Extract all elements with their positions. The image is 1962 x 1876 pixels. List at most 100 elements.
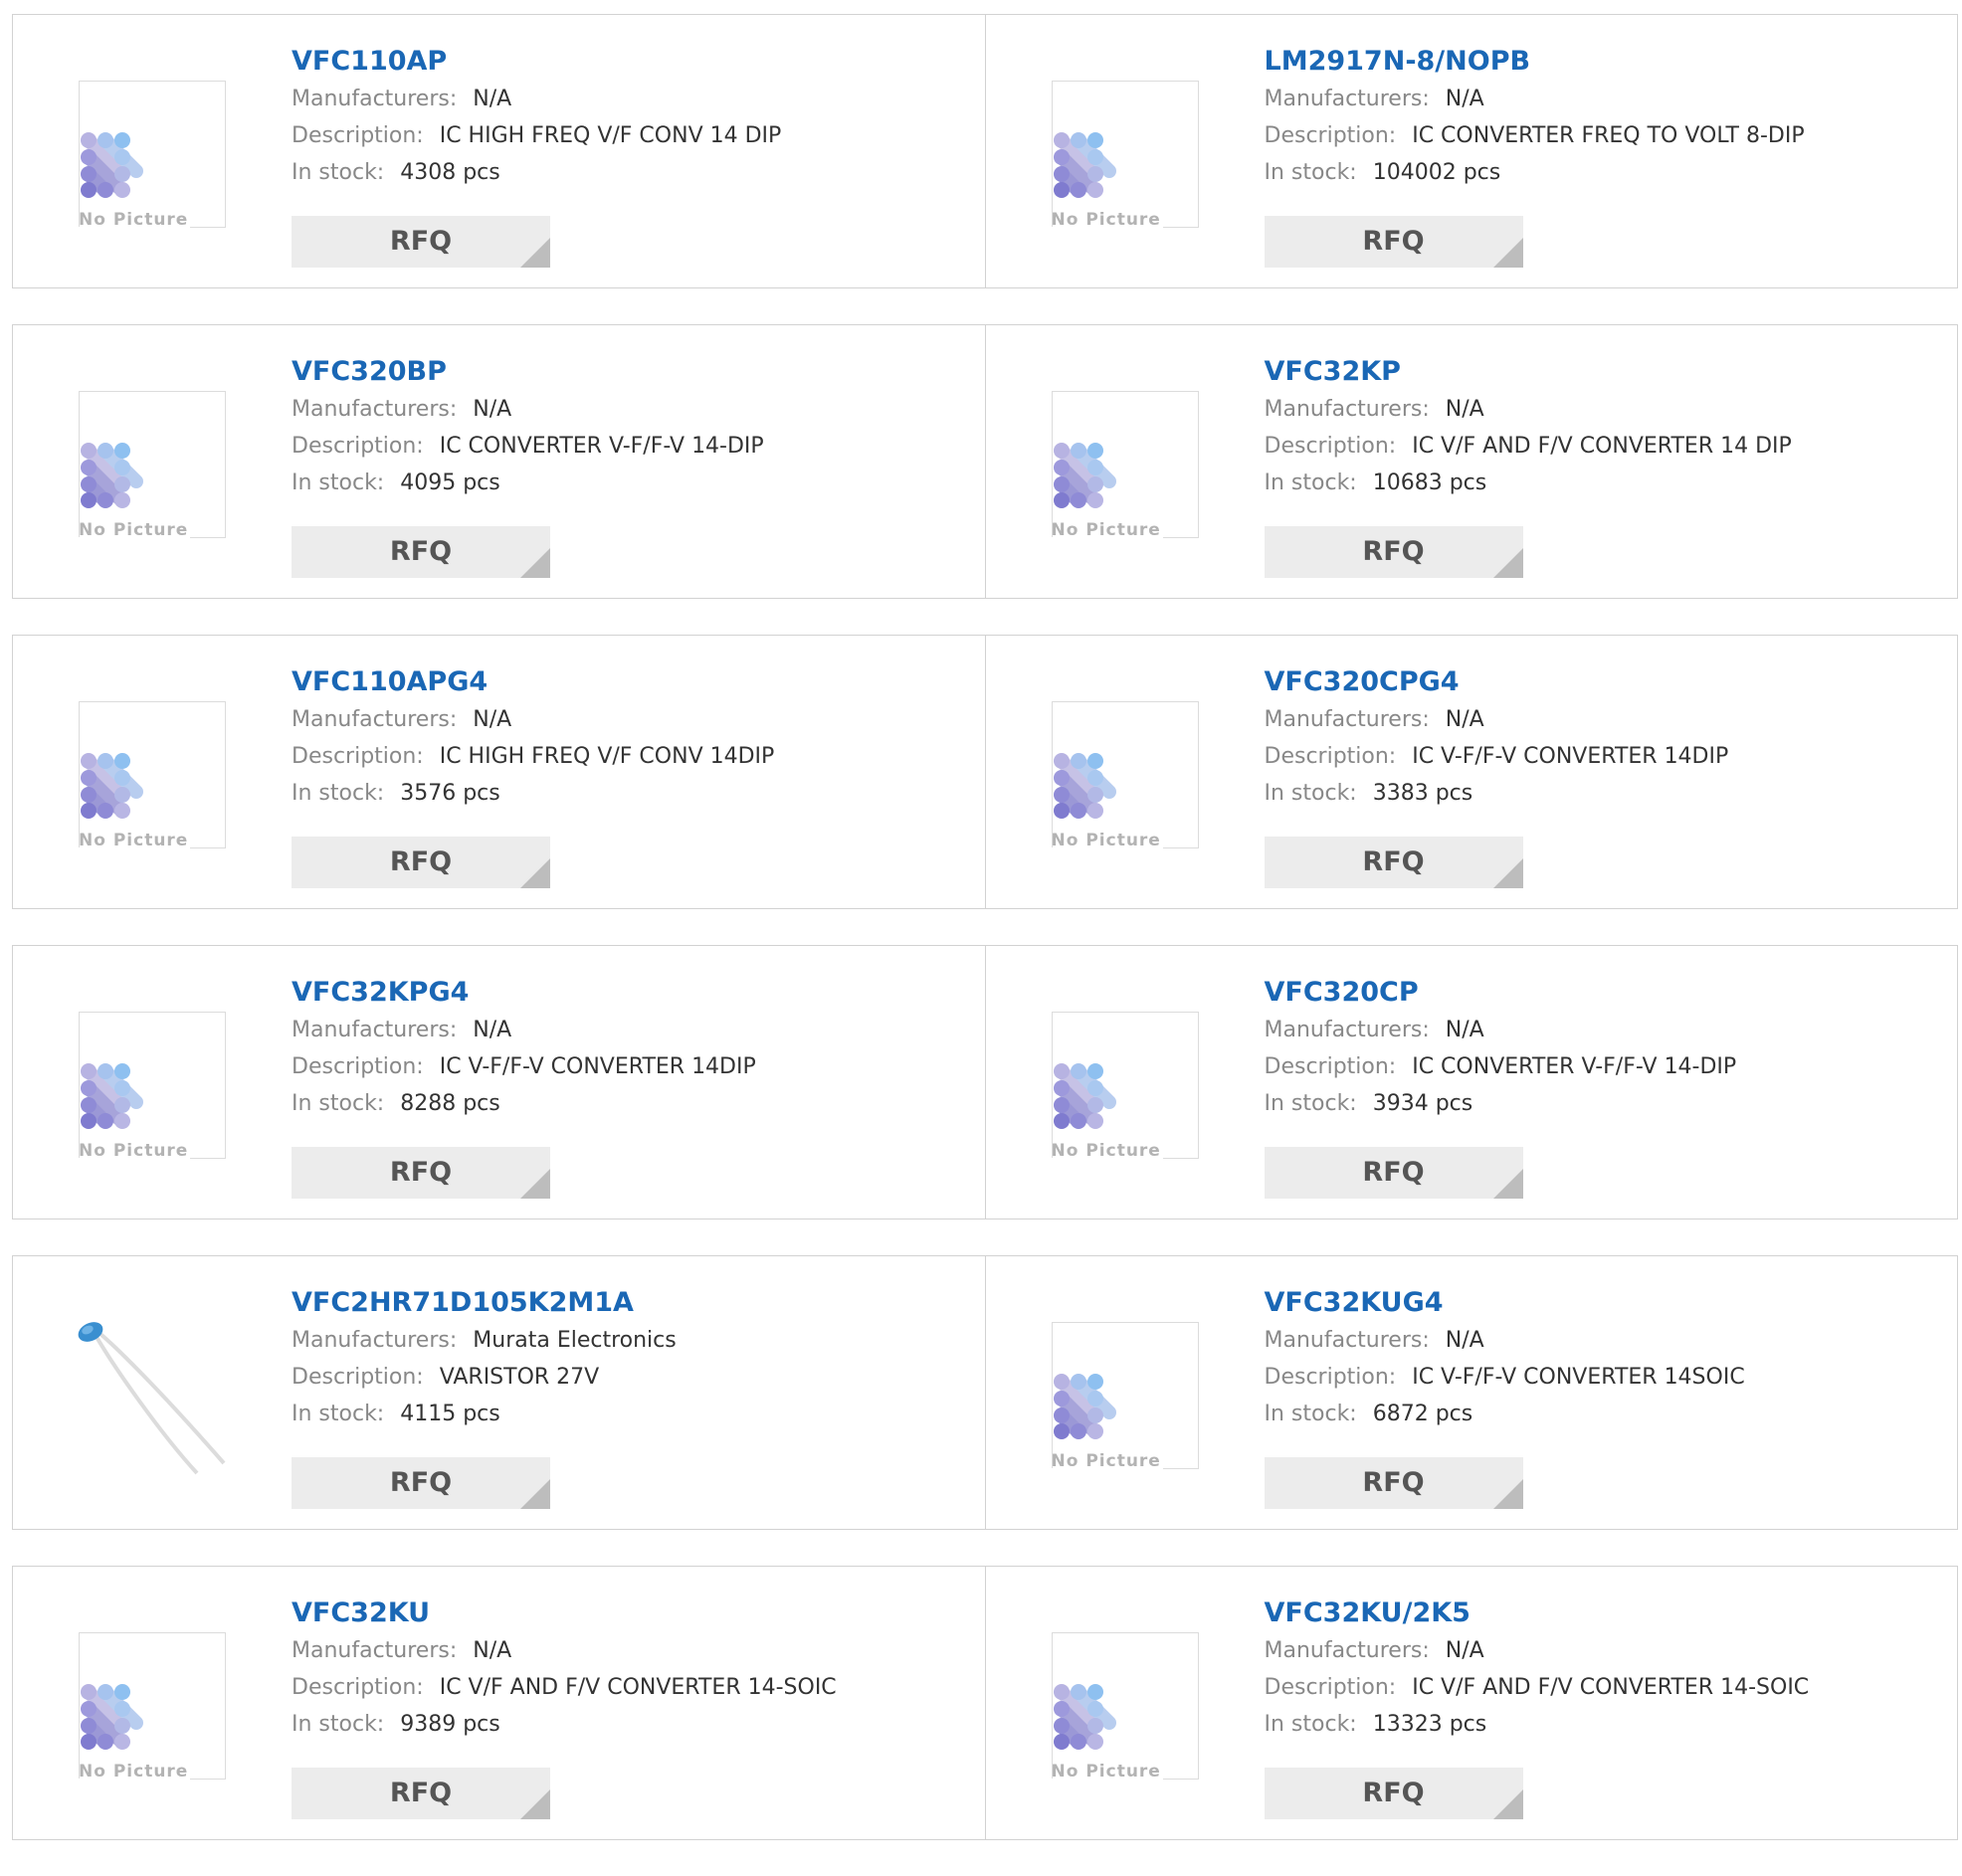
manufacturer-value: N/A — [473, 397, 512, 422]
no-picture-placeholder[interactable]: No Picture — [1051, 701, 1199, 850]
no-picture-placeholder[interactable]: No Picture — [1051, 1632, 1199, 1782]
no-picture-placeholder[interactable]: No Picture — [79, 1012, 226, 1161]
description-label: Description: — [292, 744, 424, 769]
description-value: IC V/F AND F/V CONVERTER 14-SOIC — [1412, 1675, 1810, 1700]
stock-value: 3383 pcs — [1372, 781, 1473, 806]
rfq-corner-decoration — [520, 858, 550, 888]
stock-row: In stock: 4115 pcs — [292, 1396, 968, 1432]
rfq-label: RFQ — [389, 536, 453, 567]
manufacturer-label: Manufacturers: — [1264, 1328, 1430, 1353]
description-value: VARISTOR 27V — [439, 1365, 600, 1390]
rfq-label: RFQ — [1362, 226, 1425, 257]
manufacturer-row: Manufacturers: N/A — [292, 1012, 968, 1048]
no-picture-label: No Picture — [1051, 210, 1161, 230]
manufacturer-value: N/A — [1445, 707, 1484, 732]
rfq-button[interactable]: RFQ — [292, 1768, 550, 1819]
manufacturer-value: N/A — [1445, 87, 1484, 111]
manufacturer-label: Manufacturers: — [292, 1018, 458, 1042]
manufacturer-label: Manufacturers: — [292, 707, 458, 732]
rfq-button[interactable]: RFQ — [1264, 1768, 1523, 1819]
no-picture-placeholder[interactable]: No Picture — [1051, 391, 1199, 540]
no-picture-placeholder[interactable]: No Picture — [79, 701, 226, 850]
part-number-link[interactable]: VFC32KP — [1265, 353, 1941, 391]
part-number-link[interactable]: VFC320CPG4 — [1265, 663, 1941, 701]
rfq-button[interactable]: RFQ — [292, 216, 550, 268]
no-picture-placeholder[interactable]: No Picture — [79, 81, 226, 230]
rfq-label: RFQ — [389, 1157, 453, 1188]
part-number-link[interactable]: VFC32KUG4 — [1265, 1284, 1941, 1322]
stock-label: In stock: — [292, 781, 385, 806]
part-number-link[interactable]: VFC320BP — [292, 353, 968, 391]
description-value: IC V-F/F-V CONVERTER 14SOIC — [1412, 1365, 1745, 1390]
manufacturer-label: Manufacturers: — [1264, 707, 1430, 732]
no-picture-placeholder[interactable]: No Picture — [1051, 1322, 1199, 1471]
stock-row: In stock: 13323 pcs — [1265, 1706, 1941, 1743]
description-row: Description: IC CONVERTER V-F/F-V 14-DIP — [1265, 1048, 1941, 1085]
manufacturer-value: N/A — [473, 87, 512, 111]
stock-label: In stock: — [292, 160, 385, 185]
description-row: Description: IC V-F/F-V CONVERTER 14SOIC — [1265, 1359, 1941, 1396]
description-label: Description: — [1264, 744, 1397, 769]
product-photo[interactable] — [53, 1286, 262, 1495]
rfq-button[interactable]: RFQ — [292, 526, 550, 578]
no-picture-logo-icon — [81, 1063, 143, 1129]
stock-row: In stock: 104002 pcs — [1265, 154, 1941, 191]
rfq-label: RFQ — [389, 1778, 453, 1808]
description-label: Description: — [1264, 123, 1397, 148]
no-picture-logo-icon — [1053, 443, 1116, 508]
product-row: No Picture VFC32KPG4 Manufacturers: N/A D… — [12, 945, 1958, 1219]
rfq-button[interactable]: RFQ — [1264, 526, 1523, 578]
manufacturer-label: Manufacturers: — [292, 1328, 458, 1353]
description-label: Description: — [292, 1675, 424, 1700]
no-picture-placeholder[interactable]: No Picture — [1051, 81, 1199, 230]
part-number-link[interactable]: VFC2HR71D105K2M1A — [292, 1284, 968, 1322]
description-row: Description: IC CONVERTER FREQ TO VOLT 8-… — [1265, 117, 1941, 154]
product-row: No Picture VFC110APG4 Manufacturers: N/A … — [12, 635, 1958, 909]
no-picture-logo-icon — [1053, 753, 1116, 819]
rfq-button[interactable]: RFQ — [292, 1147, 550, 1199]
stock-value: 10683 pcs — [1372, 470, 1487, 495]
stock-value: 104002 pcs — [1372, 160, 1501, 185]
manufacturer-row: Manufacturers: N/A — [292, 81, 968, 117]
stock-label: In stock: — [1264, 470, 1357, 495]
product-info: VFC32KU/2K5 Manufacturers: N/A Descriptio… — [1265, 1595, 1941, 1743]
part-number-link[interactable]: VFC32KPG4 — [292, 974, 968, 1012]
manufacturer-row: Manufacturers: N/A — [1265, 1632, 1941, 1669]
no-picture-placeholder[interactable]: No Picture — [79, 391, 226, 540]
stock-value: 6872 pcs — [1372, 1402, 1473, 1426]
part-number-link[interactable]: LM2917N-8/NOPB — [1265, 43, 1941, 81]
rfq-button[interactable]: RFQ — [292, 837, 550, 888]
no-picture-label: No Picture — [79, 210, 189, 230]
stock-value: 4308 pcs — [400, 160, 500, 185]
rfq-button[interactable]: RFQ — [292, 1457, 550, 1509]
rfq-label: RFQ — [1362, 846, 1425, 877]
no-picture-placeholder[interactable]: No Picture — [1051, 1012, 1199, 1161]
manufacturer-label: Manufacturers: — [1264, 397, 1430, 422]
part-number-link[interactable]: VFC32KU/2K5 — [1265, 1595, 1941, 1632]
image-frame-edge — [190, 1158, 226, 1159]
rfq-button[interactable]: RFQ — [1264, 837, 1523, 888]
manufacturer-label: Manufacturers: — [1264, 1638, 1430, 1663]
part-number-link[interactable]: VFC32KU — [292, 1595, 968, 1632]
rfq-corner-decoration — [520, 1479, 550, 1509]
stock-label: In stock: — [1264, 781, 1357, 806]
product-info: VFC110APG4 Manufacturers: N/A Description… — [292, 663, 968, 812]
stock-label: In stock: — [292, 470, 385, 495]
part-number-link[interactable]: VFC320CP — [1265, 974, 1941, 1012]
no-picture-logo-icon — [81, 1684, 143, 1750]
description-label: Description: — [292, 123, 424, 148]
rfq-corner-decoration — [1492, 238, 1523, 268]
part-number-link[interactable]: VFC110AP — [292, 43, 968, 81]
stock-value: 3934 pcs — [1372, 1091, 1473, 1116]
rfq-button[interactable]: RFQ — [1264, 216, 1523, 268]
product-card: No Picture VFC320CPG4 Manufacturers: N/A … — [985, 635, 1958, 909]
rfq-button[interactable]: RFQ — [1264, 1147, 1523, 1199]
rfq-button[interactable]: RFQ — [1264, 1457, 1523, 1509]
stock-value: 8288 pcs — [400, 1091, 500, 1116]
rfq-label: RFQ — [1362, 536, 1425, 567]
manufacturer-row: Manufacturers: N/A — [292, 1632, 968, 1669]
product-grid: No Picture VFC110AP Manufacturers: N/A De… — [12, 14, 1958, 1876]
no-picture-placeholder[interactable]: No Picture — [79, 1632, 226, 1782]
part-number-link[interactable]: VFC110APG4 — [292, 663, 968, 701]
image-frame-edge — [1162, 1779, 1199, 1780]
